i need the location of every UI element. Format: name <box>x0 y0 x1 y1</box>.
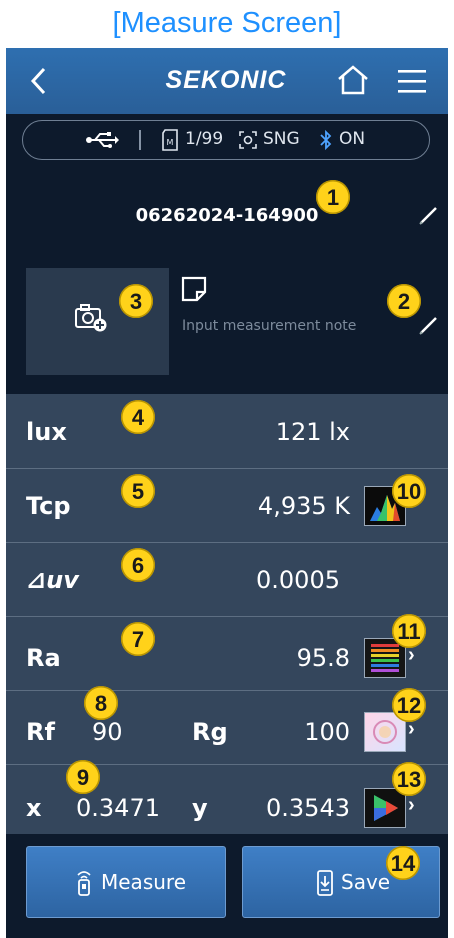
callout-12: 12 <box>392 688 426 722</box>
edit-id-pencil-icon[interactable] <box>418 204 440 226</box>
callout-7: 7 <box>121 622 155 656</box>
bluetooth-icon <box>320 129 332 151</box>
result-row-ra[interactable]: Ra 95.8 › <box>6 616 448 691</box>
lux-label: lux <box>26 418 67 446</box>
divider <box>139 130 141 150</box>
callout-11: 11 <box>392 614 426 648</box>
callout-5: 5 <box>121 474 155 508</box>
menu-icon[interactable] <box>396 68 428 94</box>
rg-value: 100 <box>304 718 350 746</box>
ra-label: Ra <box>26 644 61 672</box>
duv-label: ⊿uv <box>26 566 79 594</box>
y-value: 0.3543 <box>266 794 350 822</box>
memory-card-icon: M <box>162 129 178 151</box>
memory-count: 1/99 <box>185 129 224 149</box>
duv-value: 0.0005 <box>256 566 340 594</box>
callout-6: 6 <box>121 548 155 582</box>
measure-button[interactable]: Measure <box>26 846 226 918</box>
tcp-value: 4,935 K <box>257 492 350 520</box>
result-row-lux: lux 121 lx <box>6 394 448 469</box>
note-icon <box>181 276 207 302</box>
measure-button-label: Measure <box>101 870 186 894</box>
camera-add-icon <box>75 304 107 332</box>
lux-value: 121 lx <box>275 418 350 446</box>
result-row-duv: ⊿uv 0.0005 <box>6 542 448 617</box>
usb-icon <box>86 132 119 148</box>
back-arrow-icon[interactable] <box>28 66 50 96</box>
rf-label: Rf <box>26 718 55 746</box>
ra-value: 95.8 <box>296 644 350 672</box>
light-meter-icon <box>77 871 91 896</box>
measure-mode: SNG <box>263 129 300 149</box>
xy-chevron-icon[interactable]: › <box>408 794 415 817</box>
app-bar: SEKONIC <box>6 48 448 114</box>
note-input[interactable]: Input measurement note <box>182 318 356 334</box>
status-bar: M 1/99 SNG ON <box>22 120 430 160</box>
screen-caption: [Measure Screen] <box>112 7 342 39</box>
brand-logo: SEKONIC <box>165 66 287 94</box>
home-icon[interactable] <box>336 64 370 96</box>
x-label: x <box>26 794 42 822</box>
chromaticity-icon[interactable] <box>364 788 406 828</box>
svg-text:M: M <box>167 138 174 147</box>
callout-4: 4 <box>121 400 155 434</box>
callout-8: 8 <box>84 686 118 720</box>
save-device-icon <box>317 870 333 896</box>
tcp-label: Tcp <box>26 492 71 520</box>
result-row-tcp[interactable]: Tcp 4,935 K › <box>6 468 448 543</box>
callout-13: 13 <box>392 762 426 796</box>
measurement-id: 06262024-164900 <box>135 205 319 226</box>
photo-area[interactable] <box>26 268 169 375</box>
sync-icon <box>239 131 257 149</box>
callout-2: 2 <box>387 284 421 318</box>
y-label: y <box>192 794 208 822</box>
callout-14: 14 <box>386 846 420 880</box>
save-button-label: Save <box>341 870 391 894</box>
bluetooth-status: ON <box>339 129 366 149</box>
x-value: 0.3471 <box>76 794 160 822</box>
callout-3: 3 <box>119 284 153 318</box>
rf-value: 90 <box>92 718 123 746</box>
results-panel: lux 121 lx 4 Tcp 4,935 K › 5 10 ⊿uv 0.00… <box>6 394 448 834</box>
callout-1: 1 <box>316 180 350 214</box>
rg-label: Rg <box>192 718 228 746</box>
callout-10: 10 <box>392 474 426 508</box>
result-row-rf-rg[interactable]: Rf 90 Rg 100 › <box>6 690 448 765</box>
phone-screen: SEKONIC M 1/99 SNG ON 1 06262024-164900 … <box>6 48 448 938</box>
edit-note-pencil-icon[interactable] <box>418 314 440 336</box>
callout-9: 9 <box>66 760 100 794</box>
